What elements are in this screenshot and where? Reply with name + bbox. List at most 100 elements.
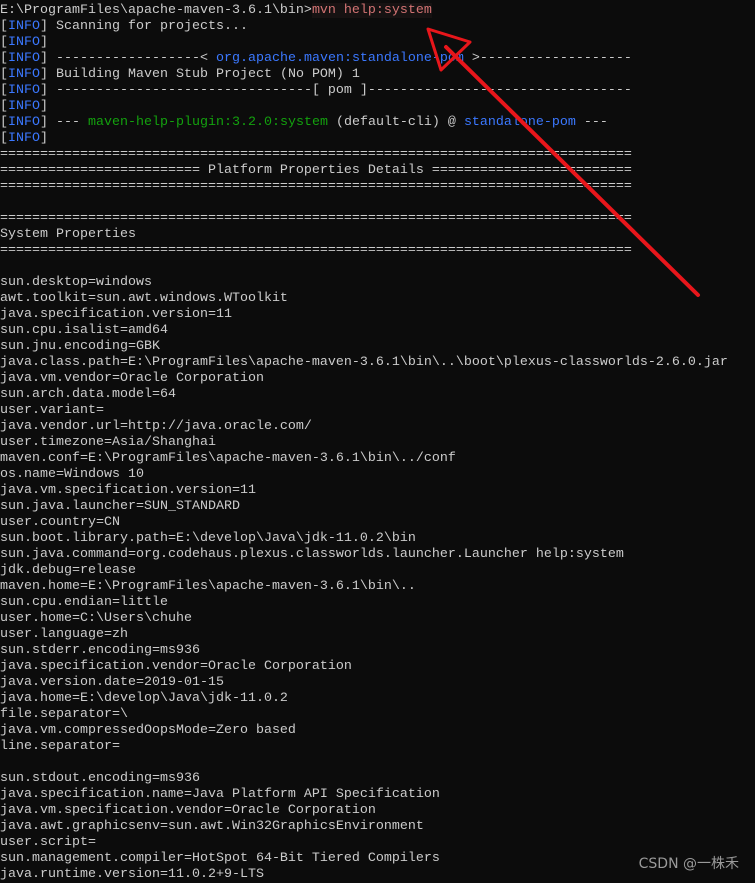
line-text: sun.arch.data.model=64: [0, 387, 176, 402]
output-line: sun.java.command=org.codehaus.plexus.cla…: [0, 547, 728, 563]
line-text: ========================================…: [0, 211, 632, 226]
output-line: [INFO]: [0, 35, 728, 51]
line-text: [: [0, 19, 8, 34]
line-text: E:\ProgramFiles\apache-maven-3.6.1\bin>: [0, 3, 312, 18]
line-text: sun.boot.library.path=E:\develop\Java\jd…: [0, 531, 416, 546]
info-tag: INFO: [8, 131, 40, 146]
info-tag: INFO: [8, 35, 40, 50]
output-line: java.awt.graphicsenv=sun.awt.Win32Graphi…: [0, 819, 728, 835]
output-line: user.home=C:\Users\chuhe: [0, 611, 728, 627]
line-text: sun.stdout.encoding=ms936: [0, 771, 200, 786]
output-line: [INFO]: [0, 99, 728, 115]
output-line: user.script=: [0, 835, 728, 851]
line-text: user.script=: [0, 835, 96, 850]
output-line: user.language=zh: [0, 627, 728, 643]
output-line: System Properties: [0, 227, 728, 243]
output-line: java.vendor.url=http://java.oracle.com/: [0, 419, 728, 435]
watermark: CSDN @一株禾: [638, 856, 739, 872]
line-text: maven.home=E:\ProgramFiles\apache-maven-…: [0, 579, 416, 594]
line-text: sun.management.compiler=HotSpot 64-Bit T…: [0, 851, 440, 866]
line-text: sun.desktop=windows: [0, 275, 152, 290]
output-line: awt.toolkit=sun.awt.windows.WToolkit: [0, 291, 728, 307]
line-text: sun.java.command=org.codehaus.plexus.cla…: [0, 547, 624, 562]
line-text: ========================================…: [0, 179, 632, 194]
line-text: java.awt.graphicsenv=sun.awt.Win32Graphi…: [0, 819, 424, 834]
info-tag: INFO: [8, 67, 40, 82]
line-text: java.specification.name=Java Platform AP…: [0, 787, 440, 802]
output-line: [INFO]: [0, 131, 728, 147]
line-text: sun.cpu.endian=little: [0, 595, 168, 610]
output-line: java.vm.compressedOopsMode=Zero based: [0, 723, 728, 739]
line-text: ]: [40, 35, 48, 50]
info-tag: standalone-pom: [463, 115, 576, 130]
output-line: java.vm.specification.version=11: [0, 483, 728, 499]
output-line: sun.stdout.encoding=ms936: [0, 771, 728, 787]
line-text: [: [0, 131, 8, 146]
output-line: java.specification.version=11: [0, 307, 728, 323]
output-line: user.timezone=Asia/Shanghai: [0, 435, 728, 451]
output-line: sun.management.compiler=HotSpot 64-Bit T…: [0, 851, 728, 867]
output-line: maven.home=E:\ProgramFiles\apache-maven-…: [0, 579, 728, 595]
info-tag: INFO: [8, 115, 40, 130]
line-text: [: [0, 51, 8, 66]
line-text: awt.toolkit=sun.awt.windows.WToolkit: [0, 291, 288, 306]
output-line: java.class.path=E:\ProgramFiles\apache-m…: [0, 355, 728, 371]
line-text: >-------------------: [463, 51, 632, 66]
line-text: java.vm.specification.vendor=Oracle Corp…: [0, 803, 376, 818]
output-line: ========================= Platform Prope…: [0, 163, 728, 179]
line-text: ] ---: [40, 115, 88, 130]
output-line: java.vm.vendor=Oracle Corporation: [0, 371, 728, 387]
line-text: user.variant=: [0, 403, 104, 418]
command-line: E:\ProgramFiles\apache-maven-3.6.1\bin>m…: [0, 3, 728, 19]
output-line: sun.arch.data.model=64: [0, 387, 728, 403]
output-line: java.specification.vendor=Oracle Corpora…: [0, 659, 728, 675]
info-tag: INFO: [8, 51, 40, 66]
terminal-output[interactable]: E:\ProgramFiles\apache-maven-3.6.1\bin>m…: [0, 3, 728, 883]
info-tag: INFO: [8, 83, 40, 98]
output-line: user.variant=: [0, 403, 728, 419]
line-text: user.timezone=Asia/Shanghai: [0, 435, 216, 450]
line-text: ] Building Maven Stub Project (No POM) 1: [40, 67, 360, 82]
line-text: sun.java.launcher=SUN_STANDARD: [0, 499, 240, 514]
line-text: user.country=CN: [0, 515, 120, 530]
typed-command: mvn help:system: [311, 3, 432, 18]
line-text: ]: [40, 99, 48, 114]
line-text: ========================================…: [0, 243, 632, 258]
line-text: sun.stderr.encoding=ms936: [0, 643, 200, 658]
line-text: java.version.date=2019-01-15: [0, 675, 224, 690]
output-line: java.specification.name=Java Platform AP…: [0, 787, 728, 803]
output-line: sun.jnu.encoding=GBK: [0, 339, 728, 355]
line-text: sun.jnu.encoding=GBK: [0, 339, 160, 354]
output-line: ========================================…: [0, 179, 728, 195]
line-text: java.vendor.url=http://java.oracle.com/: [0, 419, 312, 434]
line-text: ]: [40, 131, 48, 146]
output-line: line.separator=: [0, 739, 728, 755]
line-text: [: [0, 115, 8, 130]
line-text: [: [0, 83, 8, 98]
output-line: [INFO] --------------------------------[…: [0, 83, 728, 99]
line-text: sun.cpu.isalist=amd64: [0, 323, 168, 338]
line-text: [: [0, 99, 8, 114]
output-line: [INFO] --- maven-help-plugin:3.2.0:syste…: [0, 115, 728, 131]
output-line: sun.desktop=windows: [0, 275, 728, 291]
output-line: java.vm.specification.vendor=Oracle Corp…: [0, 803, 728, 819]
output-line: file.separator=\: [0, 707, 728, 723]
line-text: ] ------------------<: [40, 51, 216, 66]
line-text: java.home=E:\develop\Java\jdk-11.0.2: [0, 691, 288, 706]
line-text: java.vm.compressedOopsMode=Zero based: [0, 723, 296, 738]
line-text: ] --------------------------------[ pom …: [40, 83, 632, 98]
line-text: file.separator=\: [0, 707, 128, 722]
output-line: sun.java.launcher=SUN_STANDARD: [0, 499, 728, 515]
output-line: ========================================…: [0, 147, 728, 163]
line-text: java.specification.vendor=Oracle Corpora…: [0, 659, 352, 674]
output-line: java.home=E:\develop\Java\jdk-11.0.2: [0, 691, 728, 707]
output-line: maven.conf=E:\ProgramFiles\apache-maven-…: [0, 451, 728, 467]
info-tag: INFO: [8, 19, 40, 34]
plugin-name: maven-help-plugin:3.2.0:system: [88, 115, 328, 130]
line-text: java.specification.version=11: [0, 307, 232, 322]
output-line: sun.cpu.isalist=amd64: [0, 323, 728, 339]
output-line: sun.boot.library.path=E:\develop\Java\jd…: [0, 531, 728, 547]
output-line: ========================================…: [0, 211, 728, 227]
output-line: [INFO] ------------------< org.apache.ma…: [0, 51, 728, 67]
